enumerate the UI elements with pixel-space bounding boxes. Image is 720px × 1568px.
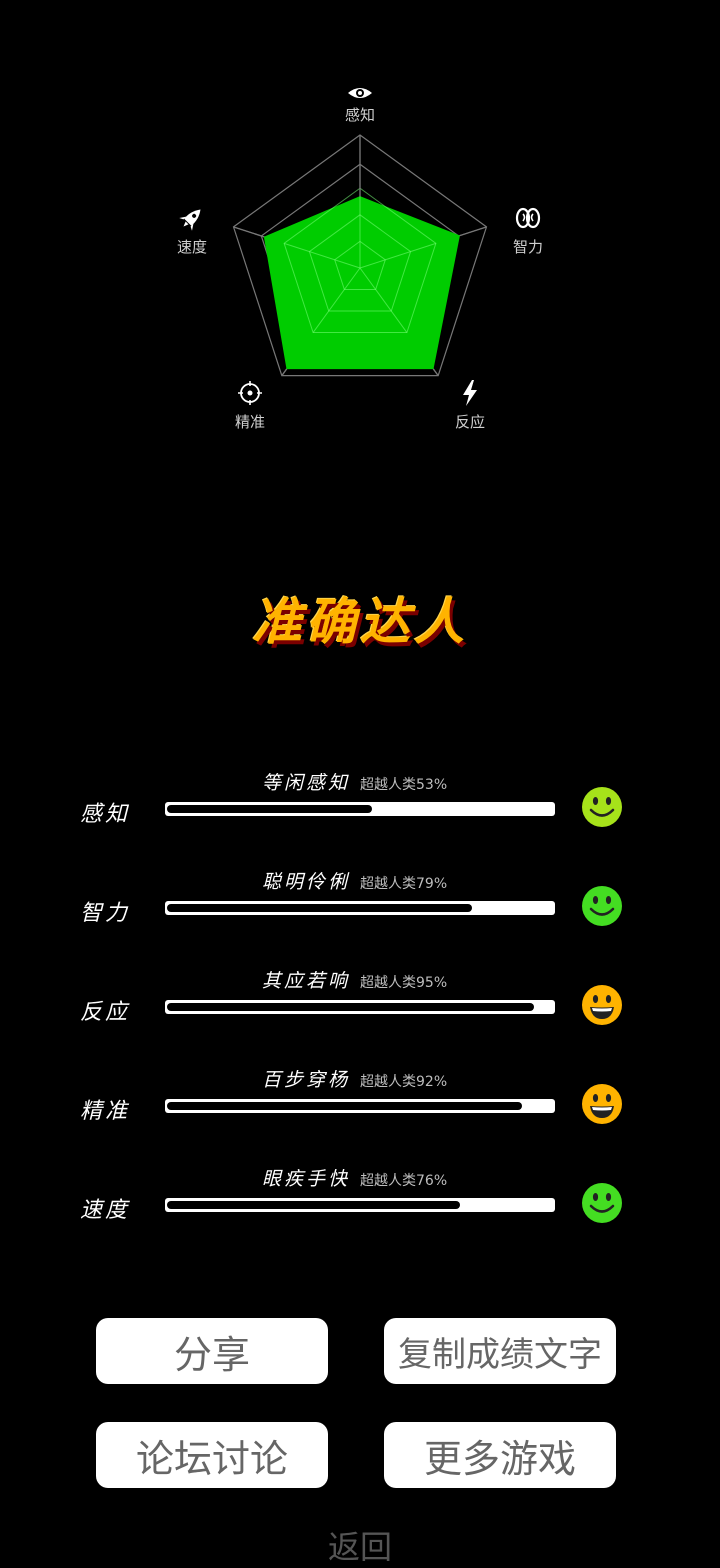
radar-area xyxy=(263,196,460,370)
radar-label-precision: 精准 xyxy=(235,413,265,431)
radar-outer-spoke xyxy=(459,226,487,237)
stat-caption: 眼疾手快 超越人类76% xyxy=(262,1164,447,1191)
copy-results-button[interactable]: 复制成绩文字 xyxy=(384,1318,616,1384)
stat-row-intelligence: 智力 聪明伶俐 超越人类79% xyxy=(0,871,720,939)
stat-phrase: 其应若响 xyxy=(262,970,351,992)
stat-phrase: 聪明伶俐 xyxy=(262,871,351,893)
stat-percent: 超越人类53% xyxy=(360,777,448,793)
progress-fill xyxy=(167,1102,523,1110)
stat-name: 智力 xyxy=(80,901,131,926)
share-button[interactable]: 分享 xyxy=(96,1318,328,1384)
stat-percent: 超越人类92% xyxy=(360,1074,448,1090)
radar-label-reaction: 反应 xyxy=(455,413,485,431)
smiley-icon xyxy=(582,1183,622,1223)
progress-bar xyxy=(165,1198,555,1212)
radar-outer-spoke xyxy=(233,226,265,238)
lightning-icon xyxy=(463,380,477,406)
radar-chart: 感知 智力 反应 精准 速度 xyxy=(177,88,543,431)
stat-caption: 其应若响 超越人类95% xyxy=(262,966,447,993)
smiley-icon xyxy=(582,1084,622,1124)
smiley-icon xyxy=(582,886,622,926)
radar-outer-spoke xyxy=(432,368,439,376)
stat-phrase: 百步穿杨 xyxy=(262,1069,351,1091)
progress-bar xyxy=(165,1099,555,1113)
back-button[interactable]: 返回 xyxy=(0,1522,720,1568)
more-games-button[interactable]: 更多游戏 xyxy=(384,1422,616,1488)
smiley-icon xyxy=(582,787,622,827)
radar-label-perception: 感知 xyxy=(345,106,375,124)
stat-row-precision: 精准 百步穿杨 超越人类92% xyxy=(0,1069,720,1137)
progress-fill xyxy=(167,805,372,813)
stat-name: 速度 xyxy=(80,1198,131,1223)
stat-caption: 等闲感知 超越人类53% xyxy=(262,768,447,795)
progress-fill xyxy=(167,1201,461,1209)
progress-fill xyxy=(167,1003,534,1011)
progress-bar xyxy=(165,901,555,915)
radar-outer-spoke xyxy=(281,368,288,376)
stat-name: 感知 xyxy=(80,802,131,827)
radar-label-speed: 速度 xyxy=(177,238,207,256)
stat-row-speed: 速度 眼疾手快 超越人类76% xyxy=(0,1168,720,1236)
progress-fill xyxy=(167,904,472,912)
forum-button[interactable]: 论坛讨论 xyxy=(96,1422,328,1488)
stat-phrase: 等闲感知 xyxy=(262,772,351,794)
stat-phrase: 眼疾手快 xyxy=(262,1168,351,1190)
progress-bar xyxy=(165,1000,555,1014)
stat-row-perception: 感知 等闲感知 超越人类53% xyxy=(0,772,720,840)
stat-percent: 超越人类79% xyxy=(360,876,448,892)
stat-name: 精准 xyxy=(80,1099,131,1124)
stat-row-reaction: 反应 其应若响 超越人类95% xyxy=(0,970,720,1038)
rank-title: 准确达人 xyxy=(252,592,468,651)
target-icon xyxy=(238,381,262,405)
stat-percent: 超越人类95% xyxy=(360,975,448,991)
stat-caption: 聪明伶俐 超越人类79% xyxy=(262,867,447,894)
smiley-icon xyxy=(582,985,622,1025)
rocket-icon xyxy=(179,209,201,231)
stat-percent: 超越人类76% xyxy=(360,1173,448,1189)
eye-icon xyxy=(348,88,372,98)
stat-caption: 百步穿杨 超越人类92% xyxy=(262,1065,447,1092)
stat-name: 反应 xyxy=(80,1000,131,1025)
radar-label-intelligence: 智力 xyxy=(513,238,543,256)
progress-bar xyxy=(165,802,555,816)
brain-icon xyxy=(515,207,541,229)
